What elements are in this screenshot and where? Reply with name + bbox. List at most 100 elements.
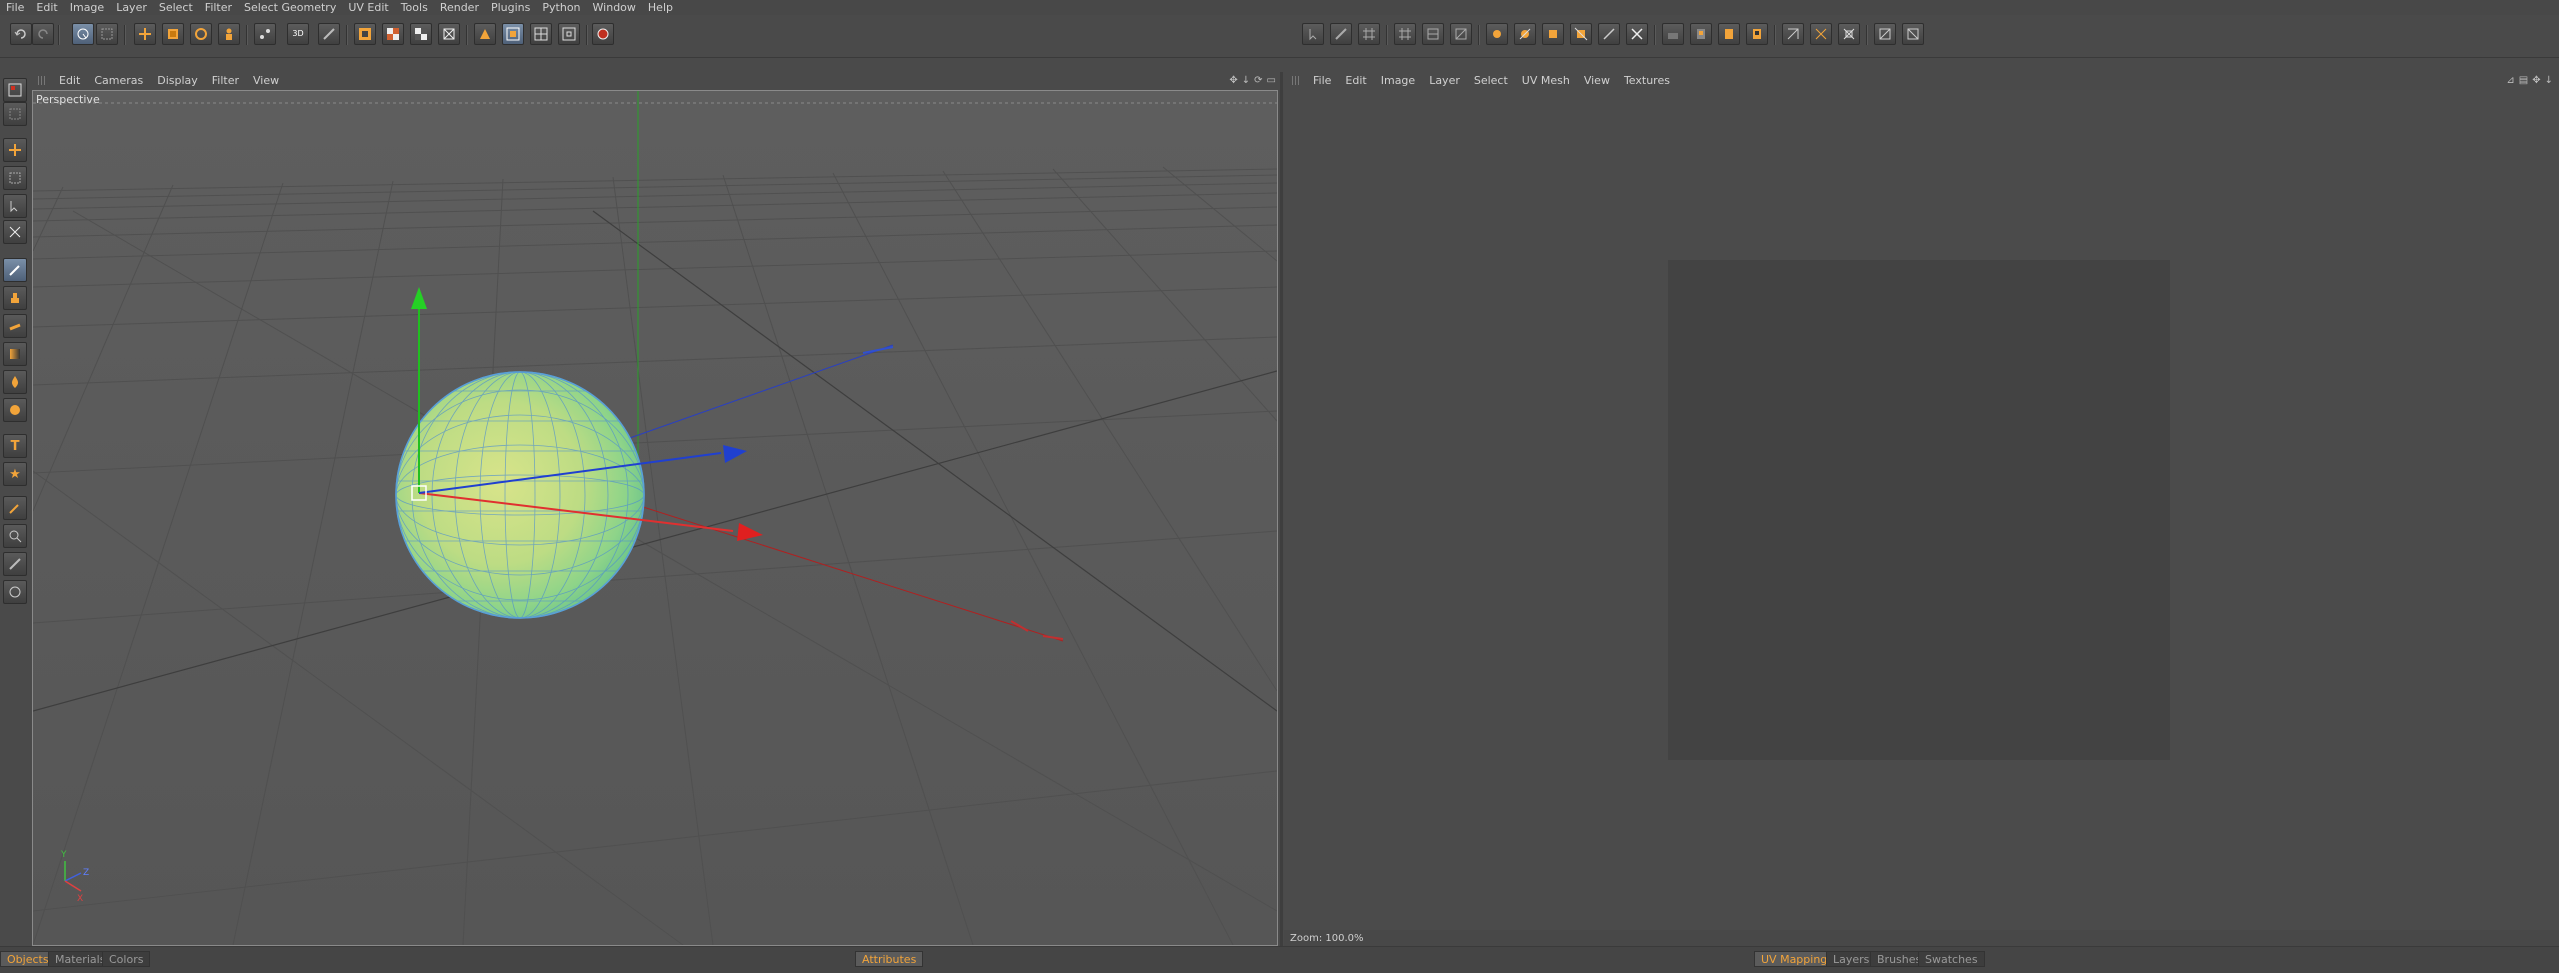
uv-edit-icon[interactable]: [1450, 23, 1472, 45]
move-tool-icon[interactable]: [3, 138, 27, 162]
rect-selection-icon[interactable]: [96, 23, 118, 45]
eyedropper-icon[interactable]: [3, 496, 27, 520]
menu-select[interactable]: Select: [153, 1, 199, 14]
redo-icon[interactable]: [32, 23, 54, 45]
panel-splitter[interactable]: [1280, 72, 1283, 948]
tab-swatches[interactable]: Swatches: [1918, 951, 1985, 967]
menu-help[interactable]: Help: [642, 1, 679, 14]
ruler-icon[interactable]: [3, 552, 27, 576]
live-selection-icon[interactable]: [72, 23, 94, 45]
uv-menu-edit[interactable]: Edit: [1338, 74, 1373, 87]
uv-pan-icon[interactable]: ✥: [2532, 75, 2540, 86]
vp-menu-cameras[interactable]: Cameras: [87, 74, 150, 87]
tab-colors[interactable]: Colors: [102, 951, 151, 967]
uv-edges-icon[interactable]: [558, 23, 580, 45]
stamp-icon[interactable]: [3, 286, 27, 310]
3d-paint-icon[interactable]: 3D: [287, 23, 309, 45]
undo-icon[interactable]: [10, 23, 32, 45]
menu-plugins[interactable]: Plugins: [485, 1, 536, 14]
uv-grid-icon[interactable]: [1358, 23, 1380, 45]
blob-icon[interactable]: [3, 398, 27, 422]
uv-mirror2-icon[interactable]: [1690, 23, 1712, 45]
zoom-icon[interactable]: [3, 524, 27, 548]
menu-uv-edit[interactable]: UV Edit: [342, 1, 394, 14]
uv-polygon-icon[interactable]: [502, 23, 524, 45]
grid-tool-icon[interactable]: [3, 220, 27, 244]
menu-file[interactable]: File: [0, 1, 30, 14]
select-tool-icon[interactable]: [3, 194, 27, 218]
pen-icon[interactable]: [3, 258, 27, 282]
uv-pin2-icon[interactable]: [1902, 23, 1924, 45]
orbit-icon[interactable]: ⟳: [1254, 75, 1262, 86]
pan-icon[interactable]: ✥: [1229, 75, 1237, 86]
uv-layer2-icon[interactable]: [1746, 23, 1768, 45]
vp-menu-filter[interactable]: Filter: [205, 74, 246, 87]
perspective-viewport[interactable]: Y Z X Perspective: [32, 90, 1278, 946]
uv-zoom-icon[interactable]: ↓: [2545, 75, 2553, 86]
smear-icon[interactable]: [3, 314, 27, 338]
menu-render[interactable]: Render: [434, 1, 485, 14]
menu-image[interactable]: Image: [64, 1, 110, 14]
points-icon[interactable]: [254, 23, 276, 45]
menu-layer[interactable]: Layer: [110, 1, 153, 14]
uv-relax3-icon[interactable]: [1838, 23, 1860, 45]
uv-pin-icon[interactable]: [1874, 23, 1896, 45]
snap-icon[interactable]: [3, 102, 27, 126]
uv-menu-textures[interactable]: Textures: [1617, 74, 1677, 87]
fill-icon[interactable]: [3, 370, 27, 394]
uv-menu-image[interactable]: Image: [1374, 74, 1422, 87]
scale-icon[interactable]: [162, 23, 184, 45]
uv-mirror-icon[interactable]: [1662, 23, 1684, 45]
uv-menu-uv-mesh[interactable]: UV Mesh: [1515, 74, 1577, 87]
menu-python[interactable]: Python: [536, 1, 586, 14]
uv-cross-icon[interactable]: [1626, 23, 1648, 45]
vp-menu-display[interactable]: Display: [150, 74, 205, 87]
vp-menu-edit[interactable]: Edit: [52, 74, 87, 87]
uv-fill4-icon[interactable]: [1570, 23, 1592, 45]
checker-icon[interactable]: [382, 23, 404, 45]
panel-grip-icon[interactable]: [38, 76, 46, 85]
uv-menu-select[interactable]: Select: [1467, 74, 1515, 87]
uv-cursor-icon[interactable]: [1302, 23, 1324, 45]
uv-scale-icon[interactable]: ⊿: [2506, 75, 2514, 86]
gradient-icon[interactable]: [3, 342, 27, 366]
uv-fill3-icon[interactable]: [1542, 23, 1564, 45]
uv-relax-icon[interactable]: [1782, 23, 1804, 45]
star-icon[interactable]: ★: [3, 462, 27, 486]
box-icon[interactable]: [3, 166, 27, 190]
move-icon[interactable]: [134, 23, 156, 45]
circle-icon[interactable]: [3, 580, 27, 604]
brush-icon[interactable]: [318, 23, 340, 45]
rotate-icon[interactable]: [190, 23, 212, 45]
uv-menu-layer[interactable]: Layer: [1422, 74, 1467, 87]
menu-edit[interactable]: Edit: [30, 1, 63, 14]
text-icon[interactable]: T: [3, 434, 27, 458]
menu-filter[interactable]: Filter: [199, 1, 238, 14]
tab-attributes[interactable]: Attributes: [855, 951, 924, 967]
menu-tools[interactable]: Tools: [395, 1, 434, 14]
checker2-icon[interactable]: [410, 23, 432, 45]
dolly-icon[interactable]: ↓: [1242, 75, 1250, 86]
viewport-layout-icon[interactable]: [3, 78, 27, 102]
tab-layers[interactable]: Layers: [1826, 951, 1877, 967]
paint-mode-icon[interactable]: [474, 23, 496, 45]
maximize-icon[interactable]: ▭: [1267, 75, 1276, 86]
uv-fill-icon[interactable]: [1486, 23, 1508, 45]
uv-texture-canvas[interactable]: [1668, 260, 2170, 760]
uv-lock-icon[interactable]: ▤: [2519, 75, 2528, 86]
render-icon[interactable]: [592, 23, 614, 45]
layer-add-icon[interactable]: [354, 23, 376, 45]
uv-menu-view[interactable]: View: [1577, 74, 1617, 87]
uv-relax2-icon[interactable]: [1810, 23, 1832, 45]
person-icon[interactable]: [218, 23, 240, 45]
menu-window[interactable]: Window: [587, 1, 642, 14]
vp-menu-view[interactable]: View: [246, 74, 286, 87]
tab-uv-mapping[interactable]: UV Mapping: [1754, 951, 1835, 967]
panel-grip-icon[interactable]: [1292, 76, 1300, 85]
uv-fill2-icon[interactable]: [1514, 23, 1536, 45]
uv-menu-file[interactable]: File: [1306, 74, 1338, 87]
uv-grid2-icon[interactable]: [1394, 23, 1416, 45]
uv-layer-icon[interactable]: [1718, 23, 1740, 45]
checker3-icon[interactable]: [438, 23, 460, 45]
uv-stroke-icon[interactable]: [1598, 23, 1620, 45]
